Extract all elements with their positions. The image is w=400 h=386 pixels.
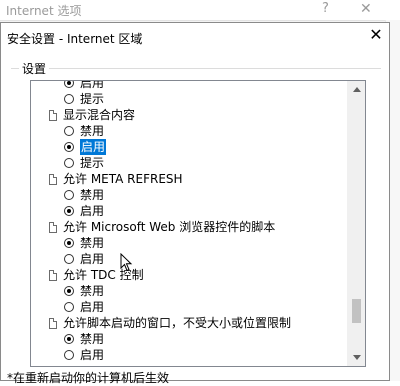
radio-option[interactable]: 提示 xyxy=(31,91,349,107)
setting-document-icon xyxy=(49,269,57,281)
option-label: 禁用 xyxy=(80,332,105,346)
radio-checked-icon[interactable] xyxy=(64,81,74,88)
radio-option[interactable]: 提示 xyxy=(31,155,349,171)
setting-document-icon xyxy=(49,221,57,233)
radio-unchecked-icon[interactable] xyxy=(64,126,74,136)
setting-heading: 显示混合内容 xyxy=(31,107,349,123)
option-label: 启用 xyxy=(80,252,105,266)
dialog-close-button[interactable]: ✕ xyxy=(365,24,387,46)
option-label: 启用 xyxy=(80,80,105,90)
radio-option[interactable]: 禁用 xyxy=(31,283,349,299)
radio-checked-icon[interactable] xyxy=(64,238,74,248)
radio-checked-icon[interactable] xyxy=(64,206,74,216)
radio-checked-icon[interactable] xyxy=(64,142,74,152)
radio-unchecked-icon[interactable] xyxy=(64,350,74,360)
dialog-title: 安全设置 - Internet 区域 xyxy=(7,32,143,46)
scroll-up-button[interactable] xyxy=(348,81,365,98)
arrow-up-icon xyxy=(352,87,361,92)
radio-unchecked-icon[interactable] xyxy=(64,254,74,264)
option-label: 提示 xyxy=(80,92,105,106)
option-label: 启用 xyxy=(78,138,108,156)
radio-option[interactable]: 启用 xyxy=(31,347,349,363)
setting-document-icon xyxy=(49,109,57,121)
radio-unchecked-icon[interactable] xyxy=(64,190,74,200)
arrow-down-icon xyxy=(352,355,361,360)
setting-heading: 允许脚本启动的窗口，不受大小或位置限制 xyxy=(31,315,349,331)
radio-option[interactable]: 启用 xyxy=(31,80,349,91)
radio-option[interactable]: 禁用 xyxy=(31,235,349,251)
option-label: 禁用 xyxy=(80,284,105,298)
setting-heading: 允许 TDC 控制 xyxy=(31,267,349,283)
radio-checked-icon[interactable] xyxy=(64,334,74,344)
radio-checked-icon[interactable] xyxy=(64,286,74,296)
option-label: 禁用 xyxy=(80,236,105,250)
option-label: 禁用 xyxy=(80,124,105,138)
settings-group-label: 设置 xyxy=(19,60,50,77)
group-divider xyxy=(11,68,381,69)
setting-label: 允许 Microsoft Web 浏览器控件的脚本 xyxy=(63,220,276,234)
setting-heading: 允许 META REFRESH xyxy=(31,171,349,187)
radio-unchecked-icon[interactable] xyxy=(64,302,74,312)
settings-listbox[interactable]: 启用 提示 显示混合内容 禁用 启用 提示 允许 META REFRESH 禁用 启用 允许 Mi… xyxy=(30,80,366,367)
restart-footnote: *在重新启动你的计算机后生效 xyxy=(7,371,170,385)
setting-label: 允许脚本启动的窗口，不受大小或位置限制 xyxy=(63,316,292,330)
close-icon[interactable]: ✕ xyxy=(360,1,372,17)
vertical-scrollbar[interactable] xyxy=(347,81,365,366)
setting-label: 显示混合内容 xyxy=(63,108,136,122)
setting-heading: 允许 Microsoft Web 浏览器控件的脚本 xyxy=(31,219,349,235)
option-label: 启用 xyxy=(80,204,105,218)
option-label: 启用 xyxy=(80,348,105,362)
radio-option[interactable]: 启用 xyxy=(31,251,349,267)
internet-options-title: Internet 选项 xyxy=(6,4,82,18)
setting-document-icon xyxy=(49,173,57,185)
radio-option[interactable]: 启用 xyxy=(31,203,349,219)
scroll-thumb[interactable] xyxy=(352,299,361,323)
settings-tree: 启用 提示 显示混合内容 禁用 启用 提示 允许 META REFRESH 禁用 启用 允许 Mi… xyxy=(31,80,349,363)
scroll-down-button[interactable] xyxy=(348,349,365,366)
radio-option[interactable]: 禁用 xyxy=(31,123,349,139)
radio-unchecked-icon[interactable] xyxy=(64,94,74,104)
radio-option[interactable]: 启用 xyxy=(31,138,349,156)
setting-label: 允许 META REFRESH xyxy=(63,172,183,186)
option-label: 禁用 xyxy=(80,188,105,202)
mouse-cursor-icon xyxy=(120,253,133,272)
help-icon[interactable]: ? xyxy=(322,1,329,16)
security-settings-dialog: 安全设置 - Internet 区域 ✕ 设置 启用 提示 显示混合内容 禁用 启用 提示… xyxy=(0,22,390,385)
radio-unchecked-icon[interactable] xyxy=(64,158,74,168)
option-label: 提示 xyxy=(80,156,105,170)
radio-option[interactable]: 启用 xyxy=(31,299,349,315)
radio-option[interactable]: 禁用 xyxy=(31,331,349,347)
setting-document-icon xyxy=(49,317,57,329)
internet-options-titlebar: Internet 选项 ? ✕ xyxy=(0,0,400,21)
radio-option[interactable]: 禁用 xyxy=(31,187,349,203)
option-label: 启用 xyxy=(80,300,105,314)
